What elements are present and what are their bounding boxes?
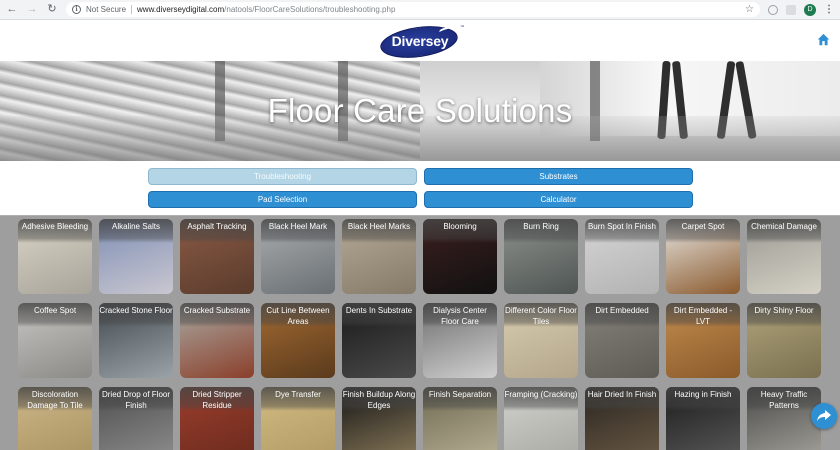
- tile-label: Burn Spot In Finish: [585, 219, 659, 243]
- tile-label: Hazing in Finish: [666, 387, 740, 411]
- troubleshooting-tile[interactable]: Alkaline Salts: [99, 219, 173, 294]
- troubleshooting-button[interactable]: Troubleshooting: [148, 168, 417, 185]
- logo-text: Diversey: [391, 33, 449, 49]
- troubleshooting-tile[interactable]: Dried Drop of Floor Finish: [99, 387, 173, 450]
- troubleshooting-tile[interactable]: Heavy Traffic Patterns: [747, 387, 821, 450]
- tile-label: Dirt Embedded - LVT: [666, 303, 740, 327]
- share-arrow-icon: [817, 410, 831, 421]
- tile-label: Carpet Spot: [666, 219, 740, 243]
- tile-label: Dents In Substrate: [342, 303, 416, 327]
- reload-icon[interactable]: ↻: [46, 4, 58, 16]
- troubleshooting-tile[interactable]: Dialysis Center Floor Care: [423, 303, 497, 378]
- troubleshooting-tile[interactable]: Dirt Embedded: [585, 303, 659, 378]
- troubleshooting-tile[interactable]: Different Color Floor Tiles: [504, 303, 578, 378]
- troubleshooting-tile[interactable]: Dirt Embedded - LVT: [666, 303, 740, 378]
- troubleshooting-tile[interactable]: Black Heel Marks: [342, 219, 416, 294]
- troubleshooting-tile[interactable]: Finish Separation: [423, 387, 497, 450]
- pad-selection-button[interactable]: Pad Selection: [148, 191, 417, 208]
- back-arrow-icon[interactable]: ←: [6, 4, 18, 16]
- browser-toolbar: ← → ↻ i Not Secure www.diverseydigital.c…: [0, 0, 840, 20]
- substrates-button[interactable]: Substrates: [424, 168, 693, 185]
- tile-label: Dried Drop of Floor Finish: [99, 387, 173, 411]
- troubleshooting-tile[interactable]: Carpet Spot: [666, 219, 740, 294]
- troubleshooting-tile[interactable]: Discoloration Damage To Tile: [18, 387, 92, 450]
- tile-label: Finish Buildup Along Edges: [342, 387, 416, 411]
- profile-avatar[interactable]: D: [804, 3, 816, 16]
- diversey-logo[interactable]: Diversey ™: [378, 21, 464, 63]
- troubleshooting-tile[interactable]: Burn Spot In Finish: [585, 219, 659, 294]
- troubleshooting-tile[interactable]: Dye Transfer: [261, 387, 335, 450]
- tile-label: Adhesive Bleeding: [18, 219, 92, 243]
- tile-label: Dirt Embedded: [585, 303, 659, 327]
- troubleshooting-tile[interactable]: Dirty Shiny Floor: [747, 303, 821, 378]
- bookmark-star-icon[interactable]: ☆: [745, 4, 754, 15]
- tile-label: Dirty Shiny Floor: [747, 303, 821, 327]
- tile-label: Dye Transfer: [261, 387, 335, 411]
- tile-label: Asphalt Tracking: [180, 219, 254, 243]
- troubleshooting-tile[interactable]: Hazing in Finish: [666, 387, 740, 450]
- tile-label: Dialysis Center Floor Care: [423, 303, 497, 327]
- troubleshooting-tile[interactable]: Burn Ring: [504, 219, 578, 294]
- home-icon[interactable]: [817, 33, 830, 46]
- troubleshooting-tile[interactable]: Cracked Stone Floor: [99, 303, 173, 378]
- troubleshooting-tile[interactable]: Asphalt Tracking: [180, 219, 254, 294]
- troubleshooting-tile[interactable]: Finish Buildup Along Edges: [342, 387, 416, 450]
- tile-label: Finish Separation: [423, 387, 497, 411]
- tile-label: Chemical Damage: [747, 219, 821, 243]
- troubleshooting-tile[interactable]: Black Heel Mark: [261, 219, 335, 294]
- troubleshooting-tile[interactable]: Cut Line Between Areas: [261, 303, 335, 378]
- tile-label: Cracked Stone Floor: [99, 303, 173, 327]
- forward-arrow-icon[interactable]: →: [26, 4, 38, 16]
- tile-label: Alkaline Salts: [99, 219, 173, 243]
- url-path: /natools/FloorCareSolutions/troubleshoot…: [224, 5, 396, 14]
- troubleshooting-tile[interactable]: Chemical Damage: [747, 219, 821, 294]
- troubleshooting-tile[interactable]: Coffee Spot: [18, 303, 92, 378]
- tile-label: Black Heel Mark: [261, 219, 335, 243]
- info-icon[interactable]: i: [72, 5, 81, 14]
- site-header: Diversey ™: [0, 20, 840, 63]
- section-nav: Troubleshooting Substrates Pad Selection…: [0, 161, 840, 215]
- calculator-button[interactable]: Calculator: [424, 191, 693, 208]
- share-button[interactable]: [811, 403, 837, 429]
- tile-label: Dried Stripper Residue: [180, 387, 254, 411]
- troubleshooting-tile[interactable]: Blooming: [423, 219, 497, 294]
- hero-title: Floor Care Solutions: [267, 92, 573, 129]
- address-bar[interactable]: i Not Secure www.diverseydigital.com/nat…: [66, 2, 760, 17]
- tile-label: Discoloration Damage To Tile: [18, 387, 92, 411]
- url-host: www.diverseydigital.com: [137, 5, 225, 14]
- hero-banner: Floor Care Solutions: [0, 61, 840, 161]
- troubleshooting-tile[interactable]: Dried Stripper Residue: [180, 387, 254, 450]
- troubleshooting-tile[interactable]: Dents In Substrate: [342, 303, 416, 378]
- troubleshooting-tile[interactable]: Cracked Substrate: [180, 303, 254, 378]
- troubleshooting-tile[interactable]: Framping (Cracking): [504, 387, 578, 450]
- divider: [131, 5, 133, 14]
- tile-label: Blooming: [423, 219, 497, 243]
- troubleshooting-grid: Adhesive Bleeding Alkaline Salts Asphalt T…: [0, 215, 840, 450]
- security-label[interactable]: Not Secure: [86, 5, 126, 14]
- troubleshooting-tile[interactable]: Adhesive Bleeding: [18, 219, 92, 294]
- tile-label: Cut Line Between Areas: [261, 303, 335, 327]
- tile-label: Heavy Traffic Patterns: [747, 387, 821, 411]
- tile-label: Hair Dried In Finish: [585, 387, 659, 411]
- tile-label: Coffee Spot: [18, 303, 92, 327]
- troubleshooting-tile[interactable]: Hair Dried In Finish: [585, 387, 659, 450]
- tile-label: Cracked Substrate: [180, 303, 254, 327]
- tile-label: Framping (Cracking): [504, 387, 578, 411]
- logo-trademark: ™: [460, 24, 464, 29]
- tile-label: Different Color Floor Tiles: [504, 303, 578, 327]
- extension-icon[interactable]: [768, 4, 778, 15]
- menu-kebab-icon[interactable]: ⋮: [824, 4, 834, 15]
- extension-square-icon[interactable]: [786, 4, 796, 15]
- tile-label: Black Heel Marks: [342, 219, 416, 243]
- tile-label: Burn Ring: [504, 219, 578, 243]
